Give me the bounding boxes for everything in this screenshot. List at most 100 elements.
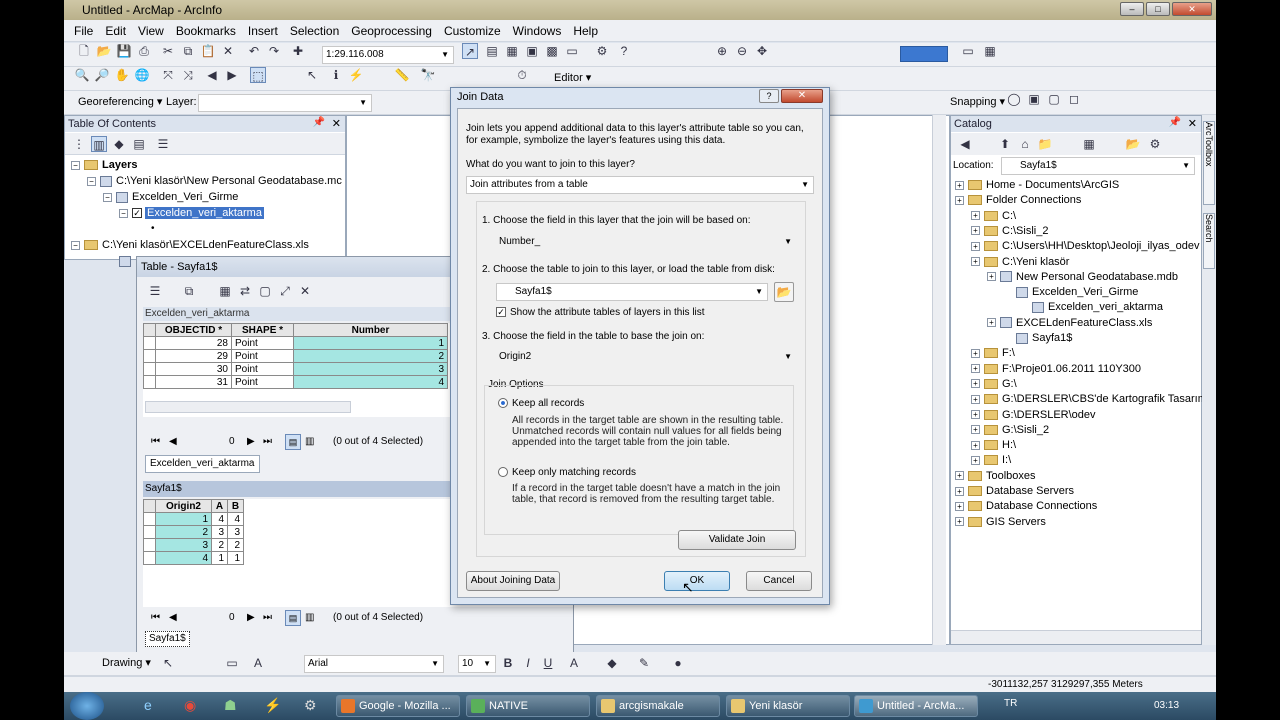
language-indicator[interactable]: TR — [1004, 698, 1017, 709]
table-row[interactable]: 30 Point 3 — [143, 362, 448, 376]
catalog-item[interactable]: + Database Servers — [955, 485, 1074, 497]
field1-dropdown[interactable]: Number_ ▼ — [496, 234, 796, 252]
catalog-item[interactable]: + F:\ — [971, 347, 1015, 359]
drawing-menu[interactable]: Drawing ▾ — [102, 656, 151, 669]
bottom-attribute-table[interactable]: Origin2 A B 144 233 322 411 — [143, 499, 244, 565]
catalog-close-icon[interactable]: ✕ — [1188, 117, 1197, 130]
fixed-zoom-in-icon[interactable]: ⤧ — [160, 67, 176, 83]
print-icon[interactable]: ⎙ — [136, 43, 152, 59]
pin-icon[interactable]: 📌 — [1169, 117, 1181, 128]
clear-selection-icon[interactable]: ▢ — [257, 283, 273, 299]
identify-icon[interactable]: ℹ — [328, 67, 344, 83]
catalog-item[interactable]: + Database Connections — [955, 500, 1097, 512]
back-icon[interactable]: ◀ — [957, 136, 973, 152]
top-attribute-table[interactable]: OBJECTID * SHAPE * Number 28 Point 1 29 Poi… — [143, 323, 448, 389]
georeferencing-menu[interactable]: Georeferencing ▾ — [78, 95, 162, 108]
col-header[interactable]: B — [227, 499, 244, 513]
collapse-icon[interactable]: − — [71, 160, 80, 170]
ie-icon[interactable]: e — [144, 697, 152, 713]
field3-dropdown[interactable]: Origin2 ▼ — [496, 349, 796, 367]
menu-selection[interactable]: Selection — [290, 24, 339, 38]
col-header[interactable]: A — [211, 499, 228, 513]
font-dropdown[interactable]: Arial ▼ — [304, 655, 444, 673]
font-size-dropdown[interactable]: 10 ▼ — [458, 655, 496, 673]
table-row[interactable]: 144 — [143, 512, 244, 526]
delete-selected-icon[interactable]: ✕ — [297, 283, 313, 299]
layout-icon[interactable]: ▭ — [960, 43, 976, 59]
show-all-records-icon[interactable]: ▤ — [285, 610, 301, 626]
list-by-drawing-icon[interactable]: ⋮ — [71, 136, 87, 152]
keep-all-radio[interactable]: Keep all records — [498, 398, 584, 409]
catalog-item[interactable]: + G:\DERSLER\CBS'de Kartografik Tasarım — [971, 393, 1207, 405]
point-snap-icon[interactable]: ◯ — [1006, 91, 1022, 107]
add-data-icon[interactable]: ✚ — [290, 43, 306, 59]
expand-icon[interactable]: + — [971, 425, 980, 435]
about-joining-data-button[interactable]: About Joining Data — [466, 571, 560, 591]
catalog-item[interactable]: + C:\Users\HH\Desktop\Jeoloji_ilyas_odev — [971, 240, 1199, 252]
catalog-item[interactable]: Excelden_veri_aktarma — [1019, 301, 1163, 313]
home-icon[interactable]: ⌂ — [1017, 136, 1033, 152]
delete-icon[interactable]: ✕ — [220, 43, 236, 59]
zoom-out-fixed-icon[interactable]: ⊖ — [734, 43, 750, 59]
text-icon[interactable]: A — [250, 655, 266, 671]
tab-excelden-veri-aktarma[interactable]: Excelden_veri_aktarma — [145, 455, 260, 473]
fixed-zoom-out-icon[interactable]: ⤨ — [180, 67, 196, 83]
layer-label[interactable]: Excelden_veri_aktarma — [145, 207, 264, 219]
zoom-to-selected-icon[interactable]: ⤢ — [277, 283, 293, 299]
switch-selection-icon[interactable]: ⇄ — [237, 283, 253, 299]
catalog-item[interactable]: + EXCELdenFeatureClass.xls — [987, 317, 1152, 329]
menu-bookmarks[interactable]: Bookmarks — [176, 24, 236, 38]
open-icon[interactable]: 📂 — [96, 43, 112, 59]
table-options-icon[interactable]: ☰ — [147, 283, 163, 299]
pan-icon[interactable]: ✋ — [114, 67, 130, 83]
zoom-out-icon[interactable]: 🔎 — [94, 67, 110, 83]
prev-record-icon[interactable]: ◀ — [169, 433, 177, 451]
validate-join-button[interactable]: Validate Join — [678, 530, 796, 550]
network-icon[interactable]: ☗ — [224, 697, 237, 714]
record-number[interactable]: 0 — [229, 433, 235, 451]
next-record-icon[interactable]: ▶ — [247, 609, 255, 627]
top-horizontal-scrollbar[interactable] — [145, 401, 351, 413]
catalog-item[interactable]: + C:\Sisli_2 — [971, 225, 1048, 237]
pin-icon[interactable]: 📌 — [313, 117, 325, 128]
expand-icon[interactable]: + — [971, 257, 980, 267]
back-icon[interactable]: ◀ — [204, 67, 220, 83]
catalog-item[interactable]: Sayfa1$ — [1003, 332, 1072, 344]
cancel-button[interactable]: Cancel — [746, 571, 812, 591]
task-yeni-klasor[interactable]: Yeni klasör — [726, 695, 850, 717]
italic-icon[interactable]: I — [520, 655, 536, 671]
toc-window-icon[interactable]: ▤ — [484, 43, 500, 59]
col-header[interactable]: OBJECTID * — [155, 323, 232, 337]
catalog-item[interactable]: + G:\ — [971, 378, 1017, 390]
modelbuilder-icon[interactable]: ⚙ — [594, 43, 610, 59]
catalog-horizontal-scrollbar[interactable] — [951, 630, 1201, 644]
collapse-icon[interactable]: − — [103, 192, 112, 202]
hyperlink-icon[interactable]: ⚡ — [348, 67, 364, 83]
table-row[interactable]: 29 Point 2 — [143, 349, 448, 363]
menu-edit[interactable]: Edit — [105, 24, 126, 38]
marker-color-icon[interactable]: ● — [670, 655, 686, 671]
show-attr-checkbox[interactable]: ✓ Show the attribute tables of layers in … — [496, 307, 705, 318]
record-number[interactable]: 0 — [229, 609, 235, 627]
new-icon[interactable]: 🗋 — [76, 43, 92, 59]
select-elements-icon[interactable]: ↖ — [160, 655, 176, 671]
toc-close-icon[interactable]: ✕ — [332, 117, 341, 130]
dialog-close-button[interactable]: ✕ — [781, 89, 823, 103]
visibility-checkbox[interactable]: ✓ — [132, 208, 142, 219]
app-icon[interactable]: ⚙ — [304, 697, 317, 714]
list-by-visibility-icon[interactable]: ◆ — [111, 136, 127, 152]
cut-icon[interactable]: ✂ — [160, 43, 176, 59]
catalog-item[interactable]: + Home - Documents\ArcGIS — [955, 179, 1119, 191]
expand-icon[interactable]: + — [971, 211, 980, 221]
expand-icon[interactable]: + — [955, 501, 964, 511]
help-button[interactable]: ? — [759, 89, 779, 103]
minimize-button[interactable]: – — [1120, 2, 1144, 16]
catalog-item[interactable]: + Toolboxes — [955, 470, 1036, 482]
grid-icon[interactable]: ▦ — [982, 43, 998, 59]
col-header[interactable]: Number — [293, 323, 448, 337]
col-header[interactable]: SHAPE * — [231, 323, 294, 337]
start-button[interactable] — [70, 692, 104, 720]
catalog-item[interactable]: + C:\ — [971, 210, 1016, 222]
options-icon[interactable]: ⚙ — [1147, 136, 1163, 152]
map-vertical-scrollbar[interactable] — [932, 115, 946, 645]
